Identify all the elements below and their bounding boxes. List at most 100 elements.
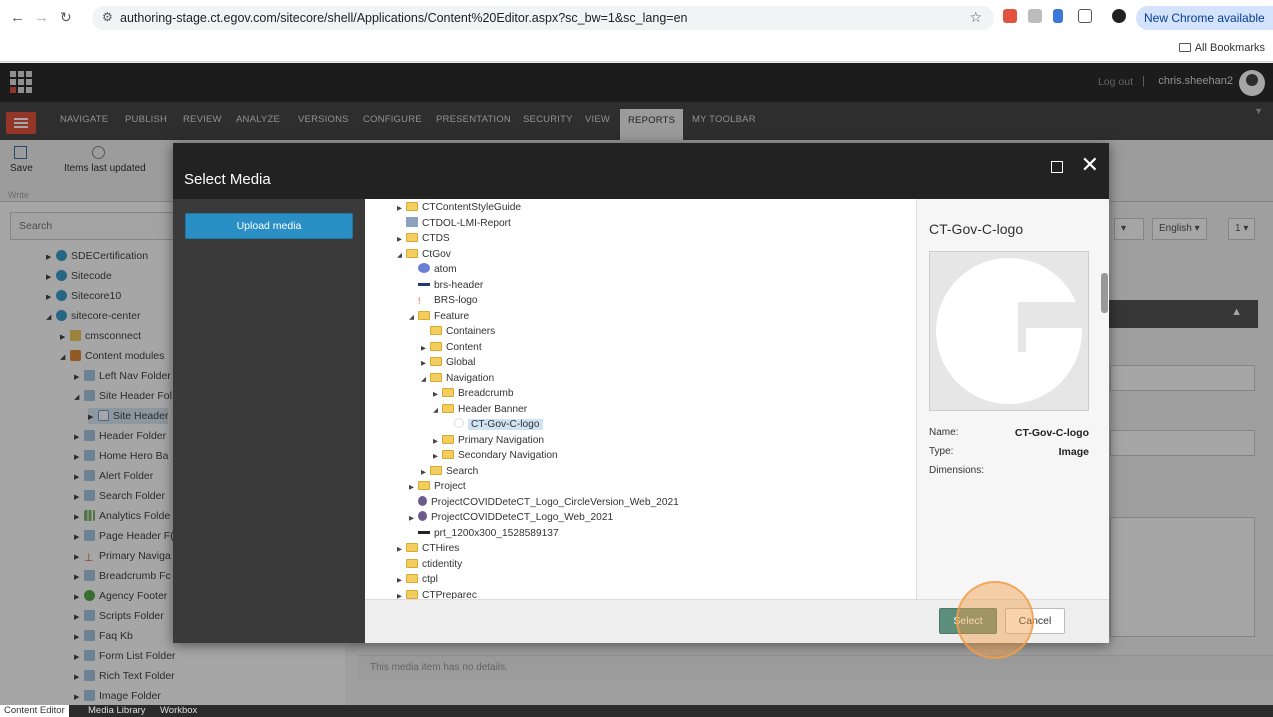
maximize-icon[interactable]: [1051, 161, 1063, 173]
tree-item[interactable]: ▶ Primary Navigation: [433, 433, 544, 448]
dialog-header: Select Media ✕: [173, 143, 1109, 199]
forward-icon[interactable]: →: [34, 9, 49, 26]
tree-item-selected[interactable]: CT-Gov-C-logo: [454, 417, 543, 432]
close-icon[interactable]: ✕: [1081, 153, 1099, 177]
tree-item[interactable]: ▶ Content: [421, 340, 482, 355]
media-tree: ▶ CTContentStyleGuide CTDOL-LMI-Report ▶ C…: [365, 199, 916, 599]
expand-icon[interactable]: ▶: [397, 573, 406, 588]
folder-icon: [406, 590, 418, 599]
collapse-icon[interactable]: ◢: [433, 403, 442, 418]
tree-item[interactable]: ▶ CTPreparec: [397, 588, 477, 599]
new-chrome-button[interactable]: New Chrome available ⋮: [1136, 6, 1273, 30]
folder-icon: [406, 543, 418, 552]
image-icon: [406, 217, 418, 227]
profile-icon[interactable]: [1112, 9, 1126, 23]
dimensions-label: Dimensions:: [929, 465, 985, 476]
tab-content-editor[interactable]: Content Editor: [0, 705, 69, 717]
reload-icon[interactable]: ↻: [60, 9, 72, 26]
expand-icon[interactable]: ▶: [409, 480, 418, 495]
bookmark-star-icon[interactable]: ☆: [969, 9, 982, 26]
preview-thumbnail: [929, 251, 1089, 411]
tree-item[interactable]: ▶ CTHires: [397, 541, 459, 556]
tree-item[interactable]: ▶ Search: [421, 464, 478, 479]
tree-item[interactable]: prt_1200x300_1528589137: [418, 526, 559, 541]
tree-item[interactable]: ProjectCOVIDDeteCT_Logo_CircleVersion_We…: [418, 495, 679, 510]
tree-item[interactable]: ◢ Navigation: [421, 371, 494, 386]
tree-item[interactable]: ▶ Secondary Navigation: [433, 448, 558, 463]
expand-icon[interactable]: ▶: [433, 387, 442, 402]
logo-stem: [1018, 302, 1026, 352]
tree-item[interactable]: Containers: [430, 324, 495, 339]
extension-doc-icon[interactable]: [1053, 9, 1063, 23]
logo-circle: [936, 258, 1082, 404]
tree-item[interactable]: atom: [418, 262, 457, 277]
folder-icon: [430, 466, 442, 475]
folder-icon: [406, 202, 418, 211]
tree-item[interactable]: ctidentity: [406, 557, 462, 572]
tree-item[interactable]: ◢ CtGov: [397, 247, 451, 262]
back-icon[interactable]: ←: [10, 9, 25, 26]
tree-item[interactable]: ▶ Breadcrumb: [433, 386, 514, 401]
site-info-icon[interactable]: ⚙: [102, 10, 113, 24]
folder-icon: [430, 342, 442, 351]
expand-icon[interactable]: ▶: [421, 356, 430, 371]
tree-item[interactable]: ▶ Project: [409, 479, 466, 494]
bottom-tabs: Content Editor Media Library Workbox: [0, 705, 1273, 717]
collapse-icon[interactable]: ◢: [397, 248, 406, 263]
folder-icon: [406, 559, 418, 568]
folder-icon: [442, 435, 454, 444]
image-icon: [418, 511, 427, 521]
expand-icon[interactable]: ▶: [433, 434, 442, 449]
dialog-title: Select Media: [184, 171, 271, 188]
extension-icon[interactable]: [1003, 9, 1017, 23]
preview-title: CT-Gov-C-logo: [929, 221, 1024, 237]
folder-icon: [406, 249, 418, 258]
media-preview: CT-Gov-C-logo Name: CT-Gov-C-logo Type: …: [916, 199, 1109, 599]
tree-item[interactable]: ◢ Header Banner: [433, 402, 527, 417]
collapse-icon[interactable]: ◢: [409, 310, 418, 325]
expand-icon[interactable]: ▶: [409, 511, 418, 526]
url-text: authoring-stage.ct.egov.com/sitecore/she…: [120, 11, 688, 25]
tree-item[interactable]: CTDOL-LMI-Report: [406, 216, 511, 231]
collapse-icon[interactable]: ◢: [421, 372, 430, 387]
folder-icon: [442, 388, 454, 397]
tree-item[interactable]: ◢ Feature: [409, 309, 469, 324]
tree-item[interactable]: brs-header: [418, 278, 483, 293]
folder-icon: [1178, 43, 1191, 52]
expand-icon[interactable]: ▶: [421, 465, 430, 480]
address-bar[interactable]: ⚙ authoring-stage.ct.egov.com/sitecore/s…: [92, 6, 994, 30]
puzzle-icon[interactable]: [1078, 9, 1092, 23]
scrollbar-thumb[interactable]: [1101, 273, 1108, 313]
type-label: Type:: [929, 446, 954, 457]
folder-icon: [442, 450, 454, 459]
expand-icon[interactable]: ▶: [397, 201, 406, 216]
tab-media-library[interactable]: Media Library: [84, 705, 150, 717]
tree-item[interactable]: ▶ ctpl: [397, 572, 438, 587]
folder-icon: [442, 404, 454, 413]
camera-icon[interactable]: [1028, 9, 1042, 23]
folder-icon: [406, 233, 418, 242]
expand-icon[interactable]: ▶: [433, 449, 442, 464]
expand-icon[interactable]: ▶: [397, 232, 406, 247]
tree-item[interactable]: ! BRS-logo: [418, 293, 478, 308]
expand-icon[interactable]: ▶: [397, 542, 406, 557]
type-value: Image: [1058, 446, 1089, 458]
click-highlight: [956, 581, 1034, 659]
logo-bar: [1018, 302, 1088, 328]
folder-icon: [406, 574, 418, 583]
dialog-sidebar: Upload media: [173, 199, 365, 643]
image-icon: [418, 496, 427, 506]
tab-workbox[interactable]: Workbox: [156, 705, 201, 717]
tree-item[interactable]: ▶ CTContentStyleGuide: [397, 200, 521, 215]
tree-item[interactable]: ▶ CTDS: [397, 231, 450, 246]
folder-icon: [430, 373, 442, 382]
browser-chrome: ← → ↻ ⚙ authoring-stage.ct.egov.com/site…: [0, 0, 1273, 62]
upload-media-button[interactable]: Upload media: [185, 213, 353, 239]
tree-item[interactable]: ▶ Global: [421, 355, 475, 370]
all-bookmarks[interactable]: All Bookmarks: [1178, 42, 1265, 54]
expand-icon[interactable]: ▶: [397, 589, 406, 599]
tree-item[interactable]: ▶ ProjectCOVIDDeteCT_Logo_Web_2021: [409, 510, 613, 525]
folder-icon: [418, 481, 430, 490]
select-media-dialog: Select Media ✕ Upload media ▶ CTContentSt…: [173, 143, 1109, 643]
expand-icon[interactable]: ▶: [421, 341, 430, 356]
